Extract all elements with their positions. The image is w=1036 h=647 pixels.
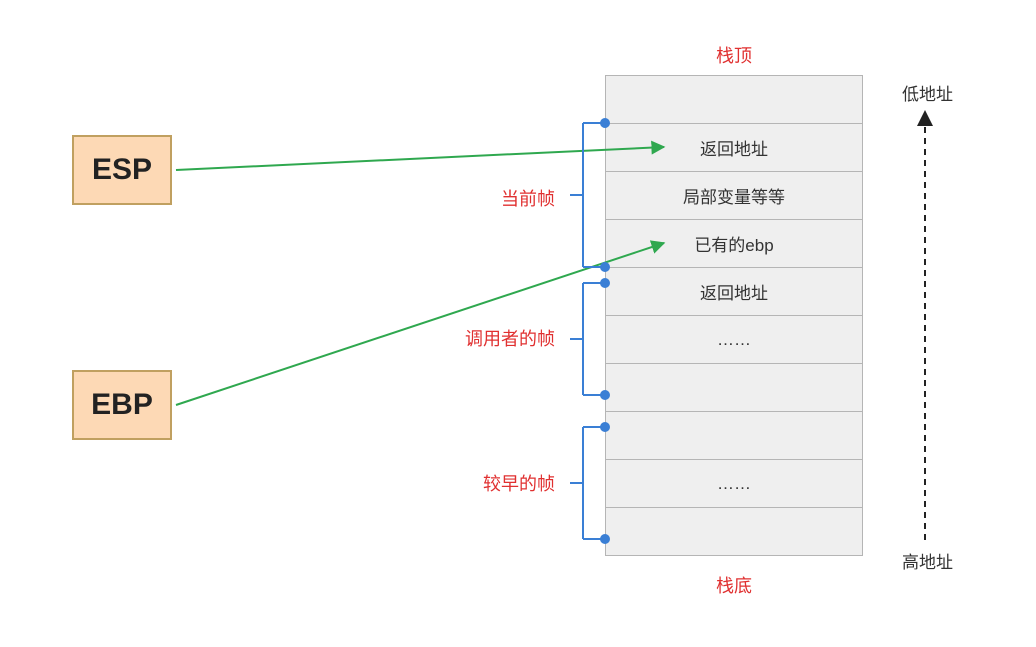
stack-top-label: 栈顶 (716, 42, 752, 68)
low-address-label: 低地址 (902, 80, 953, 105)
stack-cell: 已有的ebp (606, 220, 862, 268)
earlier-frame-label: 较早的帧 (435, 470, 555, 496)
esp-register-label: ESP (92, 153, 152, 187)
esp-register-box: ESP (72, 135, 172, 205)
caller-frame-label: 调用者的帧 (435, 325, 555, 351)
stack-cell (606, 412, 862, 460)
current-frame-bracket (570, 119, 609, 271)
stack-cell (606, 76, 862, 124)
current-frame-label: 当前帧 (435, 185, 555, 211)
stack-bottom-label: 栈底 (716, 572, 752, 598)
diagram-svg (0, 0, 1036, 647)
esp-arrow (176, 147, 664, 170)
earlier-frame-bracket (570, 423, 609, 543)
stack-cell: 返回地址 (606, 124, 862, 172)
stack-cell (606, 508, 862, 556)
stack-cell: 局部变量等等 (606, 172, 862, 220)
stack-cell (606, 364, 862, 412)
caller-frame-bracket (570, 279, 609, 399)
stack-cell: …… (606, 460, 862, 508)
stack-cell: 返回地址 (606, 268, 862, 316)
ebp-arrow (176, 243, 664, 405)
high-address-label: 高地址 (902, 548, 953, 573)
ebp-register-label: EBP (91, 388, 153, 422)
stack-column: 返回地址 局部变量等等 已有的ebp 返回地址 …… …… (605, 75, 863, 556)
ebp-register-box: EBP (72, 370, 172, 440)
stack-cell: …… (606, 316, 862, 364)
